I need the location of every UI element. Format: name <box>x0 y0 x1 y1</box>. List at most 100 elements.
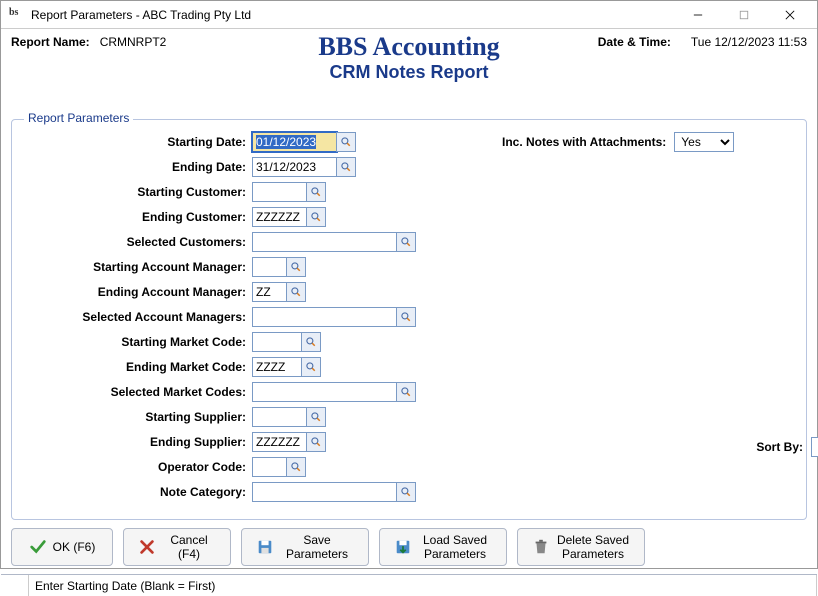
starting-customer-lookup-button[interactable] <box>306 182 326 202</box>
ending-account-manager-lookup-button[interactable] <box>286 282 306 302</box>
starting-account-manager-label: Starting Account Manager: <box>22 260 252 274</box>
ending-market-code-input[interactable] <box>252 357 302 377</box>
ending-customer-label: Ending Customer: <box>22 210 252 224</box>
magnifier-icon <box>290 286 302 298</box>
magnifier-icon <box>310 436 322 448</box>
titlebar: bs Report Parameters - ABC Trading Pty L… <box>1 1 817 29</box>
close-button[interactable] <box>767 1 813 29</box>
selected-customers-lookup-button[interactable] <box>396 232 416 252</box>
header: Report Name: CRMNRPT2 BBS Accounting CRM… <box>1 29 817 89</box>
magnifier-icon <box>305 336 317 348</box>
starting-account-manager-input[interactable] <box>252 257 287 277</box>
check-icon <box>29 538 47 556</box>
note-category-label: Note Category: <box>22 485 252 499</box>
selected-market-codes-input[interactable] <box>252 382 397 402</box>
datetime-value: Tue 12/12/2023 11:53 <box>691 35 807 49</box>
starting-supplier-lookup-button[interactable] <box>306 407 326 427</box>
inc-notes-label: Inc. Notes with Attachments: <box>502 135 674 149</box>
minimize-button[interactable] <box>675 1 721 29</box>
ending-market-code-label: Ending Market Code: <box>22 360 252 374</box>
ending-customer-lookup-button[interactable] <box>306 207 326 227</box>
magnifier-icon <box>400 486 412 498</box>
window-title: Report Parameters - ABC Trading Pty Ltd <box>29 8 675 22</box>
delete-saved-parameters-button[interactable]: Delete Saved Parameters <box>517 528 645 566</box>
button-bar: OK (F6) Cancel (F4) Save Parameters Load… <box>1 528 817 574</box>
delete-saved-parameters-label: Delete Saved Parameters <box>556 533 630 562</box>
statusbar-text: Enter Starting Date (Blank = First) <box>29 575 817 596</box>
magnifier-icon <box>290 461 302 473</box>
magnifier-icon <box>305 361 317 373</box>
report-name-label: Report Name: <box>11 35 90 49</box>
note-category-input[interactable] <box>252 482 397 502</box>
app-title: BBS Accounting <box>318 32 499 62</box>
starting-customer-label: Starting Customer: <box>22 185 252 199</box>
starting-account-manager-lookup-button[interactable] <box>286 257 306 277</box>
note-category-lookup-button[interactable] <box>396 482 416 502</box>
starting-market-code-label: Starting Market Code: <box>22 335 252 349</box>
sort-by-label: Sort By: <box>502 440 811 454</box>
x-icon <box>138 538 156 556</box>
ending-supplier-label: Ending Supplier: <box>22 435 252 449</box>
datetime-block: Date & Time: Tue 12/12/2023 11:53 <box>598 35 807 49</box>
ending-supplier-lookup-button[interactable] <box>306 432 326 452</box>
selected-customers-input[interactable] <box>252 232 397 252</box>
selected-market-codes-label: Selected Market Codes: <box>22 385 252 399</box>
operator-code-input[interactable] <box>252 457 287 477</box>
magnifier-icon <box>400 386 412 398</box>
statusbar-cell <box>1 575 29 596</box>
save-parameters-button[interactable]: Save Parameters <box>241 528 369 566</box>
starting-date-input[interactable] <box>252 132 337 152</box>
starting-market-code-lookup-button[interactable] <box>301 332 321 352</box>
operator-code-label: Operator Code: <box>22 460 252 474</box>
selected-account-managers-lookup-button[interactable] <box>396 307 416 327</box>
trash-icon <box>532 538 550 556</box>
starting-supplier-label: Starting Supplier: <box>22 410 252 424</box>
magnifier-icon <box>310 186 322 198</box>
load-saved-parameters-label: Load Saved Parameters <box>418 533 492 562</box>
ending-market-code-lookup-button[interactable] <box>301 357 321 377</box>
ending-date-label: Ending Date: <box>22 160 252 174</box>
selected-account-managers-input[interactable] <box>252 307 397 327</box>
ok-button-label: OK (F6) <box>53 540 96 554</box>
starting-market-code-input[interactable] <box>252 332 302 352</box>
cancel-button-label: Cancel (F4) <box>162 533 216 561</box>
report-name-value: CRMNRPT2 <box>100 35 167 49</box>
save-parameters-label: Save Parameters <box>280 533 354 561</box>
magnifier-icon <box>290 261 302 273</box>
selected-market-codes-lookup-button[interactable] <box>396 382 416 402</box>
fieldset-legend: Report Parameters <box>24 111 133 125</box>
cancel-button[interactable]: Cancel (F4) <box>123 528 231 566</box>
magnifier-icon <box>400 311 412 323</box>
statusbar: Enter Starting Date (Blank = First) <box>1 574 817 596</box>
load-saved-parameters-button[interactable]: Load Saved Parameters <box>379 528 507 566</box>
ending-date-lookup-button[interactable] <box>336 157 356 177</box>
ending-customer-input[interactable] <box>252 207 307 227</box>
datetime-label: Date & Time: <box>598 35 671 49</box>
operator-code-lookup-button[interactable] <box>286 457 306 477</box>
maximize-button[interactable] <box>721 1 767 29</box>
ending-account-manager-input[interactable] <box>252 282 287 302</box>
inc-notes-select[interactable]: Yes <box>674 132 734 152</box>
starting-date-label: Starting Date: <box>22 135 252 149</box>
magnifier-icon <box>400 236 412 248</box>
starting-date-lookup-button[interactable] <box>336 132 356 152</box>
selected-customers-label: Selected Customers: <box>22 235 252 249</box>
ok-button[interactable]: OK (F6) <box>11 528 113 566</box>
starting-customer-input[interactable] <box>252 182 307 202</box>
save-icon <box>256 538 274 556</box>
app-subtitle: CRM Notes Report <box>318 62 499 83</box>
app-icon: bs <box>9 7 25 23</box>
magnifier-icon <box>340 136 352 148</box>
ending-supplier-input[interactable] <box>252 432 307 452</box>
app-title-block: BBS Accounting CRM Notes Report <box>318 32 499 83</box>
ending-date-input[interactable] <box>252 157 337 177</box>
sort-by-select[interactable]: Customer/Supplier <box>811 437 818 457</box>
report-parameters-fieldset: Report Parameters Starting Date: Ending … <box>11 119 807 520</box>
ending-account-manager-label: Ending Account Manager: <box>22 285 252 299</box>
selected-account-managers-label: Selected Account Managers: <box>22 310 252 324</box>
magnifier-icon <box>340 161 352 173</box>
load-icon <box>394 538 412 556</box>
starting-supplier-input[interactable] <box>252 407 307 427</box>
magnifier-icon <box>310 211 322 223</box>
magnifier-icon <box>310 411 322 423</box>
